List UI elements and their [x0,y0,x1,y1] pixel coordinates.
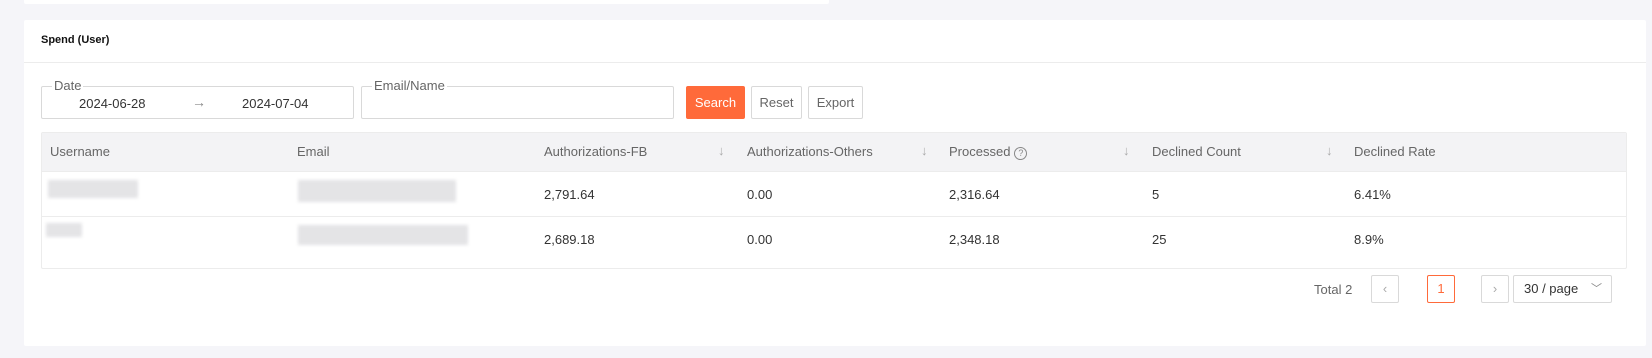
cell-declined-rate: 6.41% [1354,187,1391,202]
search-button[interactable]: Search [686,86,745,119]
email-name-label: Email/Name [372,78,447,94]
date-label: Date [52,78,84,94]
table-header: Username Email Authorizations-FB ↓ Autho… [42,133,1626,171]
column-header-authorizations-others[interactable]: Authorizations-Others [747,144,873,159]
export-button[interactable]: Export [808,86,863,119]
chevron-right-icon[interactable]: › [1481,275,1509,303]
cell-declined-count: 25 [1152,232,1167,247]
column-header-username: Username [50,144,110,159]
redacted-email [298,225,468,245]
page-size-label: 30 / page [1524,281,1579,296]
chevron-down-icon: ﹀ [1591,283,1602,295]
redacted-username [46,223,82,237]
cell-authorizations-fb: 2,791.64 [544,187,595,202]
spend-user-card: Spend (User) Date 2024-06-28 → 2024-07-0… [24,20,1646,346]
column-header-declined-count[interactable]: Declined Count [1152,144,1241,159]
cell-processed: 2,348.18 [949,232,1000,247]
email-name-input[interactable] [370,95,660,113]
table-row: 2,791.64 0.00 2,316.64 5 6.41% [42,171,1626,216]
redacted-email [298,180,456,202]
sort-arrow-icon[interactable]: ↓ [1123,143,1130,158]
date-range-picker[interactable]: Date 2024-06-28 → 2024-07-04 [41,78,354,119]
page-button-current[interactable]: 1 [1427,275,1455,303]
table-row: 2,689.18 0.00 2,348.18 25 8.9% [42,216,1626,261]
column-header-email: Email [297,144,330,159]
top-card-edge [24,0,829,4]
email-name-field[interactable]: Email/Name [361,78,674,119]
sort-arrow-icon[interactable]: ↓ [718,143,725,158]
title-divider [24,62,1646,63]
column-header-declined-rate: Declined Rate [1354,144,1436,159]
column-header-processed[interactable]: Processed? [949,144,1028,160]
chevron-left-icon[interactable]: ‹ [1371,275,1399,303]
processed-label: Processed [949,144,1011,159]
cell-processed: 2,316.64 [949,187,1000,202]
cell-authorizations-fb: 2,689.18 [544,232,595,247]
spend-table: Username Email Authorizations-FB ↓ Autho… [41,132,1627,269]
cell-authorizations-others: 0.00 [747,187,773,202]
date-start-input[interactable]: 2024-06-28 [79,96,146,111]
cell-declined-count: 5 [1152,187,1160,202]
sort-arrow-icon[interactable]: ↓ [921,143,928,158]
column-header-authorizations-fb[interactable]: Authorizations-FB [544,144,647,159]
pagination-total: Total 2 [1314,282,1353,297]
redacted-username [48,180,138,198]
cell-declined-rate: 8.9% [1354,232,1384,247]
cell-authorizations-others: 0.00 [747,232,773,247]
page-size-select[interactable]: 30 / page ﹀ [1513,275,1612,303]
date-end-input[interactable]: 2024-07-04 [242,96,309,111]
arrow-right-icon: → [192,94,206,110]
sort-arrow-icon[interactable]: ↓ [1326,143,1333,158]
question-circle-icon[interactable]: ? [1014,147,1028,160]
reset-button[interactable]: Reset [751,86,802,119]
section-title: Spend (User) [41,34,110,46]
